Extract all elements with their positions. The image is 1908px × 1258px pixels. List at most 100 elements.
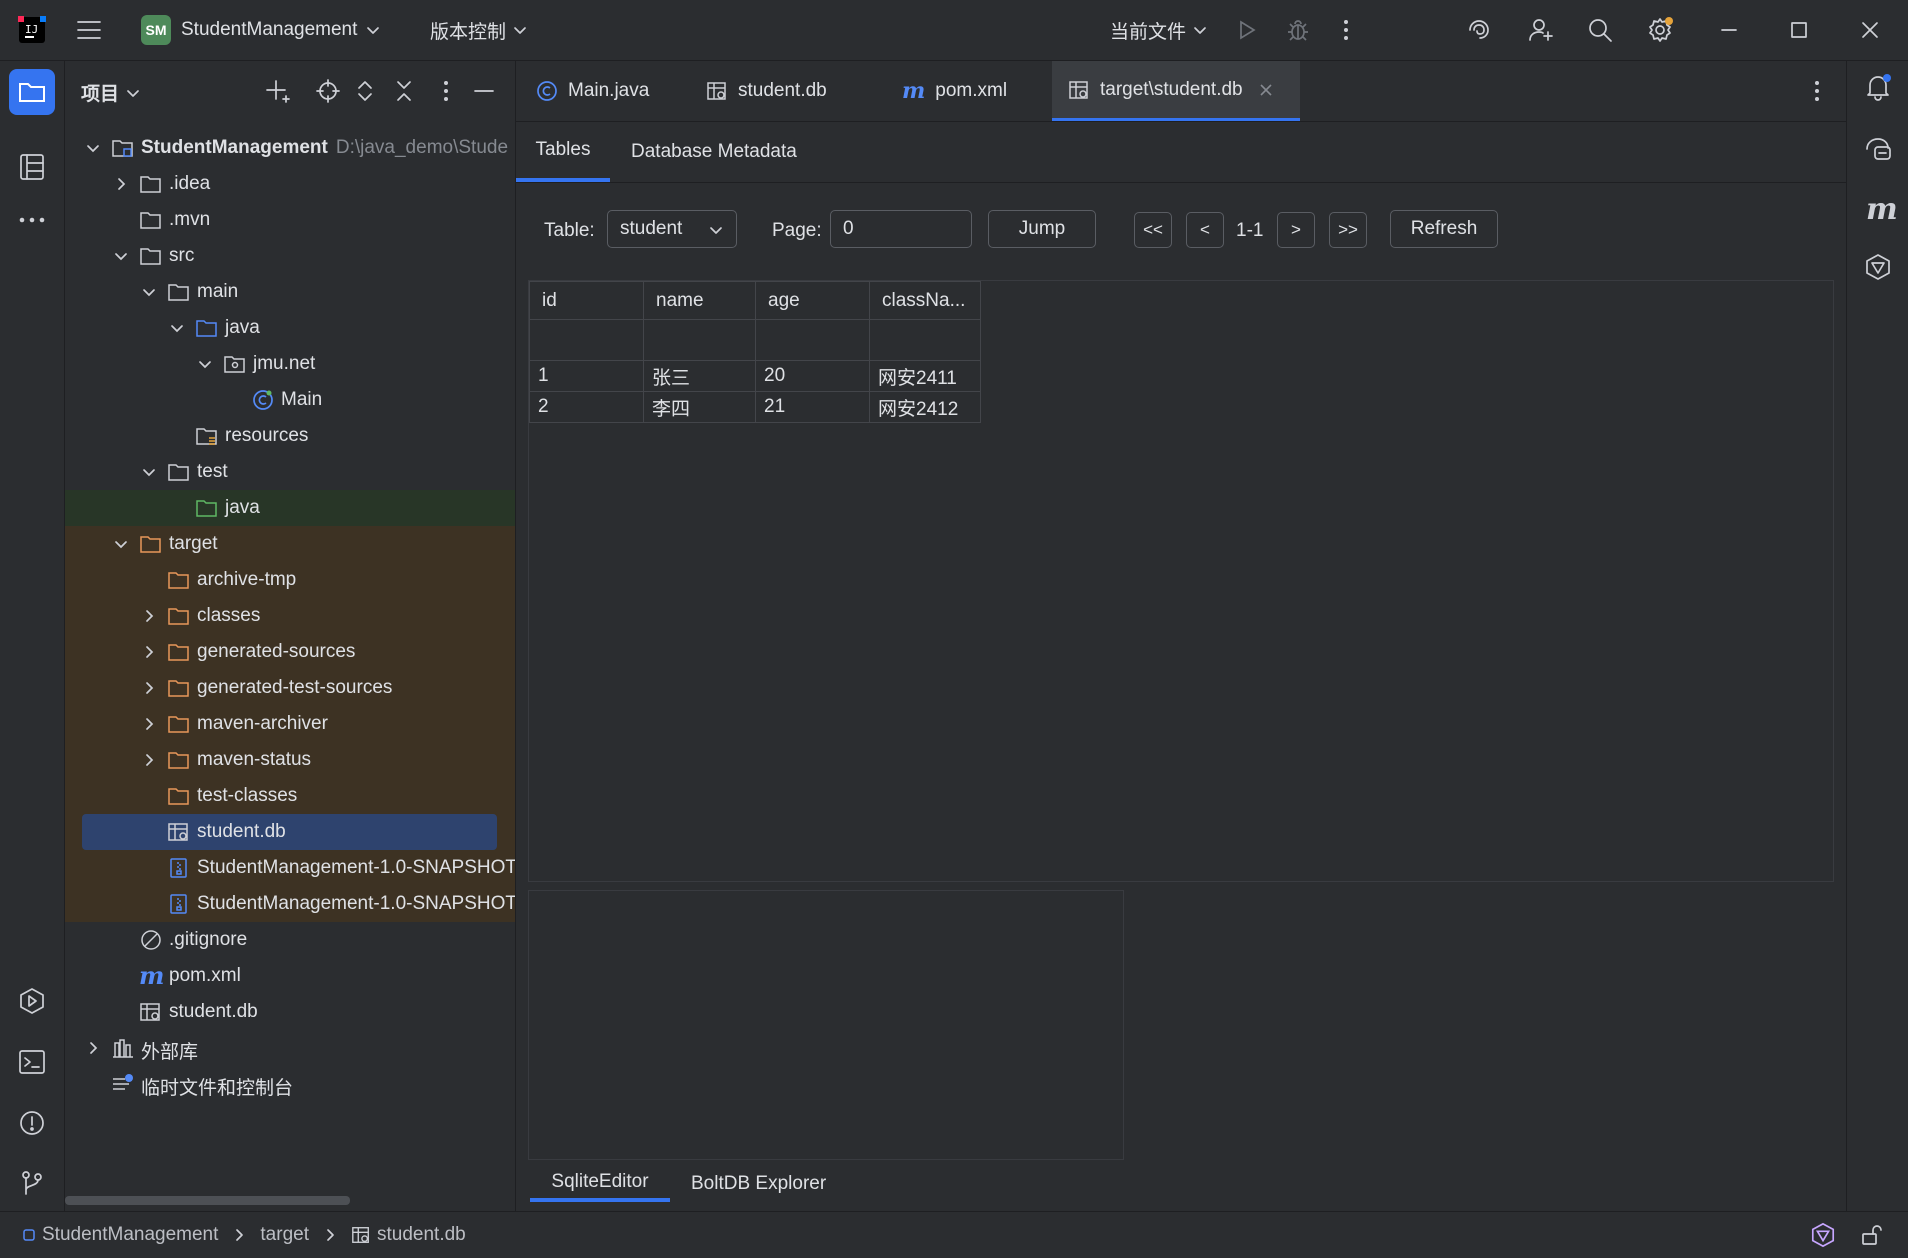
table-select[interactable]: student (607, 210, 737, 248)
git-icon[interactable] (18, 1169, 46, 1197)
chevron-right-icon[interactable] (141, 716, 159, 734)
search-icon[interactable] (1587, 0, 1613, 60)
tab-student-db[interactable]: student.db (706, 61, 856, 121)
close-window-icon[interactable] (1861, 0, 1879, 60)
chevron-right-icon[interactable] (113, 176, 131, 194)
chevron-down-icon[interactable] (141, 464, 159, 482)
tree-item[interactable]: archive-tmp (65, 562, 515, 598)
jump-button[interactable]: Jump (988, 210, 1096, 248)
new-file-icon[interactable] (266, 79, 290, 103)
close-tab-icon[interactable] (1259, 83, 1273, 97)
expand-all-icon[interactable] (355, 79, 375, 103)
last-page-button[interactable]: >> (1329, 212, 1367, 248)
table-cell[interactable]: 21 (755, 391, 870, 423)
breadcrumb-target[interactable]: target (260, 1224, 309, 1246)
breadcrumb-project[interactable]: StudentManagement (22, 1224, 218, 1246)
tree-item[interactable]: StudentManagement-1.0-SNAPSHOT (65, 886, 515, 922)
read-only-lock-icon[interactable] (1860, 1224, 1882, 1246)
hide-panel-icon[interactable] (473, 80, 495, 102)
vcs-menu[interactable]: 版本控制 (430, 0, 528, 60)
tree-item[interactable]: test-classes (65, 778, 515, 814)
tree-item[interactable]: test (65, 454, 515, 490)
filter-cell[interactable] (869, 319, 981, 361)
tree-item[interactable]: student.db (65, 994, 515, 1030)
tree-item[interactable]: maven-status (65, 742, 515, 778)
table-cell[interactable]: 1 (529, 360, 644, 392)
panel-options-icon[interactable] (443, 80, 449, 102)
column-header-classname[interactable]: classNa... (869, 281, 981, 320)
run-config-selector[interactable]: 当前文件 (1110, 0, 1208, 60)
filter-cell[interactable] (529, 319, 644, 361)
maximize-window-icon[interactable] (1790, 0, 1808, 60)
tree-item[interactable]: generated-test-sources (65, 670, 515, 706)
tree-item[interactable]: 外部库 (65, 1030, 515, 1066)
tree-item[interactable]: Main (65, 382, 515, 418)
tree-item[interactable]: src (65, 238, 515, 274)
table-cell[interactable]: 网安2411 (869, 360, 981, 392)
tree-item[interactable]: StudentManagement-1.0-SNAPSHOT (65, 850, 515, 886)
table-row[interactable]: 1 张三 20 网安2411 (529, 360, 981, 392)
chevron-down-icon[interactable] (113, 536, 131, 554)
terminal-icon[interactable] (18, 1049, 46, 1075)
horizontal-scrollbar[interactable] (65, 1196, 350, 1205)
project-switcher[interactable]: SM StudentManagement (141, 0, 381, 60)
prev-page-button[interactable]: < (1186, 212, 1224, 248)
structure-icon[interactable] (19, 153, 45, 181)
chevron-down-icon[interactable] (169, 320, 187, 338)
tree-item[interactable]: jmu.net (65, 346, 515, 382)
locate-file-icon[interactable] (316, 79, 340, 103)
first-page-button[interactable]: << (1134, 212, 1172, 248)
main-menu-icon[interactable] (76, 0, 102, 60)
column-header-age[interactable]: age (755, 281, 870, 320)
plugin-tool-icon[interactable] (1864, 253, 1892, 281)
tab-options-icon[interactable] (1814, 80, 1820, 102)
tree-item[interactable]: generated-sources (65, 634, 515, 670)
tree-item[interactable]: student.db (65, 814, 515, 850)
chevron-down-icon[interactable] (113, 248, 131, 266)
chevron-right-icon[interactable] (141, 608, 159, 626)
table-cell[interactable]: 20 (755, 360, 870, 392)
problems-icon[interactable] (18, 1109, 46, 1137)
tree-item[interactable]: resources (65, 418, 515, 454)
tree-item[interactable]: .gitignore (65, 922, 515, 958)
chevron-right-icon[interactable] (141, 644, 159, 662)
chevron-down-icon[interactable] (141, 284, 159, 302)
tab-target-student-db[interactable]: target\student.db (1052, 61, 1300, 121)
sql-query-area[interactable] (528, 890, 1124, 1160)
tree-item[interactable]: .idea (65, 166, 515, 202)
column-header-name[interactable]: name (643, 281, 756, 320)
ai-chat-icon[interactable] (1864, 135, 1892, 163)
project-view-selector[interactable]: 项目 (81, 79, 141, 106)
table-cell[interactable]: 张三 (643, 360, 756, 392)
ai-assistant-icon[interactable] (1466, 0, 1492, 60)
app-logo-icon[interactable]: IJ (18, 0, 46, 60)
filter-cell[interactable] (643, 319, 756, 361)
chevron-right-icon[interactable] (85, 1040, 103, 1058)
more-tools-icon[interactable] (19, 216, 45, 224)
project-tool-button[interactable] (9, 69, 55, 115)
tree-item[interactable]: java (65, 310, 515, 346)
tree-item[interactable]: java (65, 490, 515, 526)
chevron-down-icon[interactable] (85, 140, 103, 158)
tree-item[interactable]: StudentManagement D:\java_demo\Stude (65, 130, 515, 166)
chevron-right-icon[interactable] (141, 752, 159, 770)
add-user-icon[interactable] (1528, 0, 1554, 60)
filter-cell[interactable] (755, 319, 870, 361)
tree-item[interactable]: target (65, 526, 515, 562)
tree-item[interactable]: main (65, 274, 515, 310)
table-row[interactable]: 2 李四 21 网安2412 (529, 391, 981, 423)
notifications-icon[interactable] (1864, 73, 1892, 101)
next-page-button[interactable]: > (1277, 212, 1315, 248)
settings-icon[interactable] (1646, 0, 1674, 60)
plugin-status-icon[interactable] (1810, 1222, 1836, 1248)
tree-item[interactable]: maven-archiver (65, 706, 515, 742)
more-actions-icon[interactable] (1342, 0, 1350, 60)
tab-sqlite-editor[interactable]: SqliteEditor (530, 1166, 670, 1202)
page-input[interactable]: 0 (830, 210, 972, 248)
table-cell[interactable]: 李四 (643, 391, 756, 423)
tree-item[interactable]: 临时文件和控制台 (65, 1066, 515, 1102)
tab-boltdb-explorer[interactable]: BoltDB Explorer (691, 1166, 826, 1202)
collapse-all-icon[interactable] (394, 79, 414, 103)
debug-icon[interactable] (1286, 0, 1310, 60)
tree-item[interactable]: m pom.xml (65, 958, 515, 994)
